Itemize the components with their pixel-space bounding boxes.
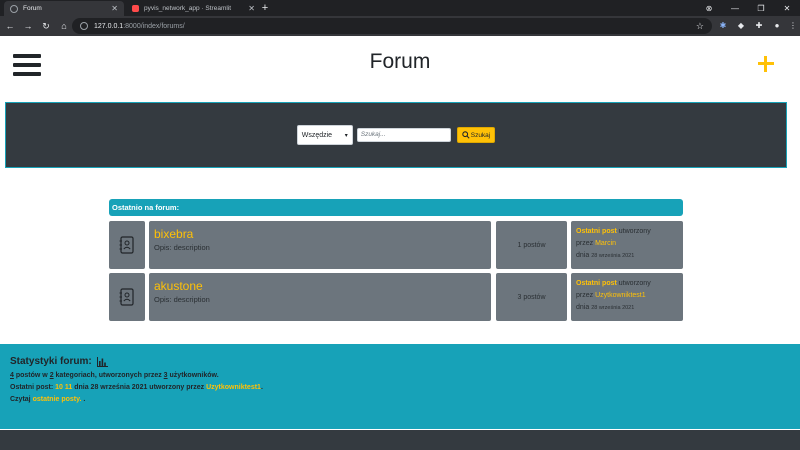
latest-heading: Ostatnio na forum: — [109, 199, 683, 216]
stats-title: Statystyki forum: — [10, 356, 790, 367]
forum-post-count: 1 postów — [496, 221, 567, 269]
forward-icon[interactable]: → — [20, 21, 36, 31]
last-post-link[interactable]: Ostatni post — [576, 228, 617, 235]
forum-last-post: Ostatni post utworzony przez Uzytkownikt… — [571, 273, 683, 321]
new-tab-button[interactable]: + — [258, 1, 272, 15]
extension-icon[interactable]: ✱ — [716, 16, 730, 36]
forum-name-link[interactable]: bixebra — [154, 227, 486, 241]
address-book-icon — [119, 288, 134, 306]
close-tab-icon[interactable]: ✕ — [111, 4, 118, 13]
extension-icon[interactable]: ◆ — [734, 16, 748, 36]
search-button[interactable]: Szukaj — [456, 127, 496, 143]
add-plus-icon[interactable] — [756, 54, 776, 74]
profile-menu-icon[interactable]: ⊗ — [696, 4, 722, 13]
window-controls: ⊗ — ❐ ✕ — [696, 0, 800, 16]
forum-main-cell: akustone Opis: description — [149, 273, 491, 321]
bookmark-star-icon[interactable]: ☆ — [696, 21, 704, 32]
puzzle-icon[interactable]: ✚ — [752, 16, 766, 36]
search-input[interactable]: Szukaj... — [356, 128, 451, 142]
url-text[interactable]: 127.0.0.1:8000/index/forums/ — [94, 23, 185, 30]
forum-row: bixebra Opis: description 1 postów Ostat… — [109, 221, 683, 269]
forum-description: Opis: description — [154, 295, 210, 304]
search-scope-value: Wszędzie — [301, 131, 333, 139]
browser-toolbar: ← → ↻ ⌂ 127.0.0.1:8000/index/forums/ ☆ ✱… — [0, 16, 800, 36]
search-scope-select[interactable]: Wszędzie ▾ — [296, 125, 353, 145]
stats-last-post: Ostatni post: 10 11 dnia 28 września 202… — [10, 384, 263, 391]
forum-name-link[interactable]: akustone — [154, 279, 486, 293]
avatar-icon[interactable]: ● — [770, 16, 784, 36]
forum-stats: Statystyki forum: 4 postów w 2 kategoria… — [0, 344, 800, 429]
home-icon[interactable]: ⌂ — [56, 21, 72, 31]
restore-button[interactable]: ❐ — [748, 4, 774, 13]
forum-last-post: Ostatni post utworzony przez Marcin dnia… — [571, 221, 683, 269]
address-book-icon — [119, 236, 134, 254]
forum-post-count: 3 postów — [496, 273, 567, 321]
last-post-author-link[interactable]: Uzytkowniktest1 — [206, 384, 261, 391]
search-button-label: Szukaj — [470, 131, 491, 139]
forum-icon-cell — [109, 221, 145, 269]
minimize-button[interactable]: — — [722, 4, 748, 13]
last-post-author-link[interactable]: Uzytkowniktest1 — [595, 292, 646, 299]
latest-posts-link[interactable]: ostatnie posty. — [33, 396, 82, 403]
last-post-link[interactable]: Ostatni post — [576, 280, 617, 287]
menu-kebab-icon[interactable]: ⋮ — [786, 16, 800, 36]
last-post-date: 28 września 2021 — [591, 253, 635, 259]
search-icon — [462, 131, 470, 139]
last-post-author-link[interactable]: Marcin — [595, 240, 616, 247]
last-post-link[interactable]: 10 11 — [55, 384, 72, 391]
browser-tab-streamlit[interactable]: pyvis_network_app · Streamlit ✕ — [126, 1, 261, 16]
bar-chart-icon — [96, 356, 108, 367]
page: Forum Wszędzie ▾ Szukaj... Szukaj Ostatn… — [0, 36, 800, 450]
streamlit-icon — [132, 5, 139, 12]
tab-title: pyvis_network_app · Streamlit — [144, 5, 232, 12]
close-window-button[interactable]: ✕ — [774, 4, 800, 13]
chevron-down-icon: ▾ — [344, 132, 348, 139]
forum-description: Opis: description — [154, 243, 210, 252]
site-info-icon[interactable] — [80, 22, 88, 30]
globe-icon — [10, 4, 18, 13]
reload-icon[interactable]: ↻ — [38, 21, 54, 32]
forum-row: akustone Opis: description 3 postów Osta… — [109, 273, 683, 321]
back-icon[interactable]: ← — [2, 21, 18, 31]
last-post-date: 28 września 2021 — [591, 305, 635, 311]
forum-icon-cell — [109, 273, 145, 321]
page-footer — [0, 430, 800, 450]
stats-read-latest: Czytaj ostatnie posty. . — [10, 396, 86, 403]
search-band: Wszędzie ▾ Szukaj... Szukaj — [5, 102, 787, 168]
address-bar[interactable]: 127.0.0.1:8000/index/forums/ ☆ — [72, 18, 712, 34]
forum-main-cell: bixebra Opis: description — [149, 221, 491, 269]
close-tab-icon[interactable]: ✕ — [248, 4, 255, 13]
tab-title: Forum — [23, 5, 42, 12]
browser-tab-forum[interactable]: Forum ✕ — [4, 1, 124, 16]
browser-tab-bar: Forum ✕ pyvis_network_app · Streamlit ✕ … — [0, 0, 800, 16]
stats-summary: 4 postów w 2 kategoriach, utworzonych pr… — [10, 372, 219, 379]
page-title: Forum — [369, 50, 431, 73]
